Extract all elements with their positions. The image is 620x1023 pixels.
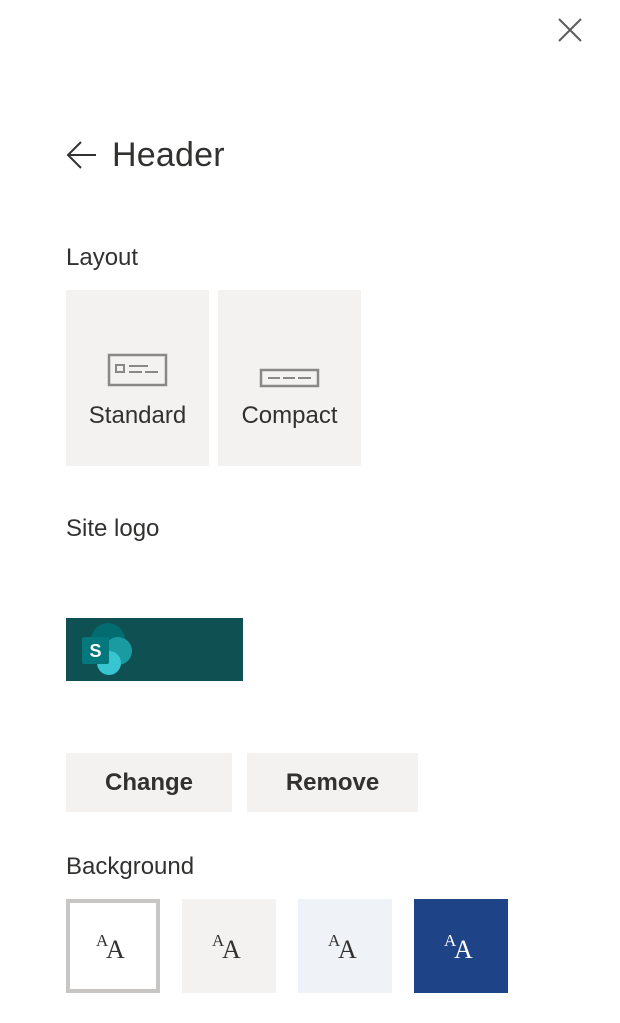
background-swatch-soft[interactable]: A A xyxy=(298,899,392,993)
layout-option-label: Compact xyxy=(241,402,338,429)
layout-section-label: Layout xyxy=(66,244,139,271)
close-icon xyxy=(558,18,582,42)
layout-option-label: Standard xyxy=(88,402,187,429)
close-button[interactable] xyxy=(552,12,588,48)
text-style-icon: A A xyxy=(212,931,241,964)
text-style-icon: A A xyxy=(96,931,125,964)
site-logo-section-label: Site logo xyxy=(66,515,160,542)
background-swatch-neutral[interactable]: A A xyxy=(182,899,276,993)
background-section-label: Background xyxy=(66,853,195,880)
text-style-icon: A A xyxy=(328,931,357,964)
panel-title: Header xyxy=(112,135,225,174)
text-style-icon: A A xyxy=(444,931,473,964)
site-logo-preview: S xyxy=(66,618,243,681)
background-swatch-white[interactable]: A A xyxy=(66,899,160,993)
header-settings-panel: Header Layout Standard Compact Site logo xyxy=(0,0,620,1023)
svg-text:S: S xyxy=(89,641,101,661)
background-swatch-strong[interactable]: A A xyxy=(414,899,508,993)
header-compact-icon xyxy=(259,368,320,388)
panel-header: Header xyxy=(66,130,225,180)
sharepoint-logo: S xyxy=(82,623,132,675)
arrow-left-icon xyxy=(66,141,96,169)
change-logo-button[interactable]: Change xyxy=(66,753,232,812)
remove-logo-button[interactable]: Remove xyxy=(247,753,418,812)
header-standard-icon xyxy=(107,353,168,387)
layout-option-standard[interactable]: Standard xyxy=(66,290,209,466)
back-button[interactable] xyxy=(66,139,98,171)
layout-option-compact[interactable]: Compact xyxy=(218,290,361,466)
